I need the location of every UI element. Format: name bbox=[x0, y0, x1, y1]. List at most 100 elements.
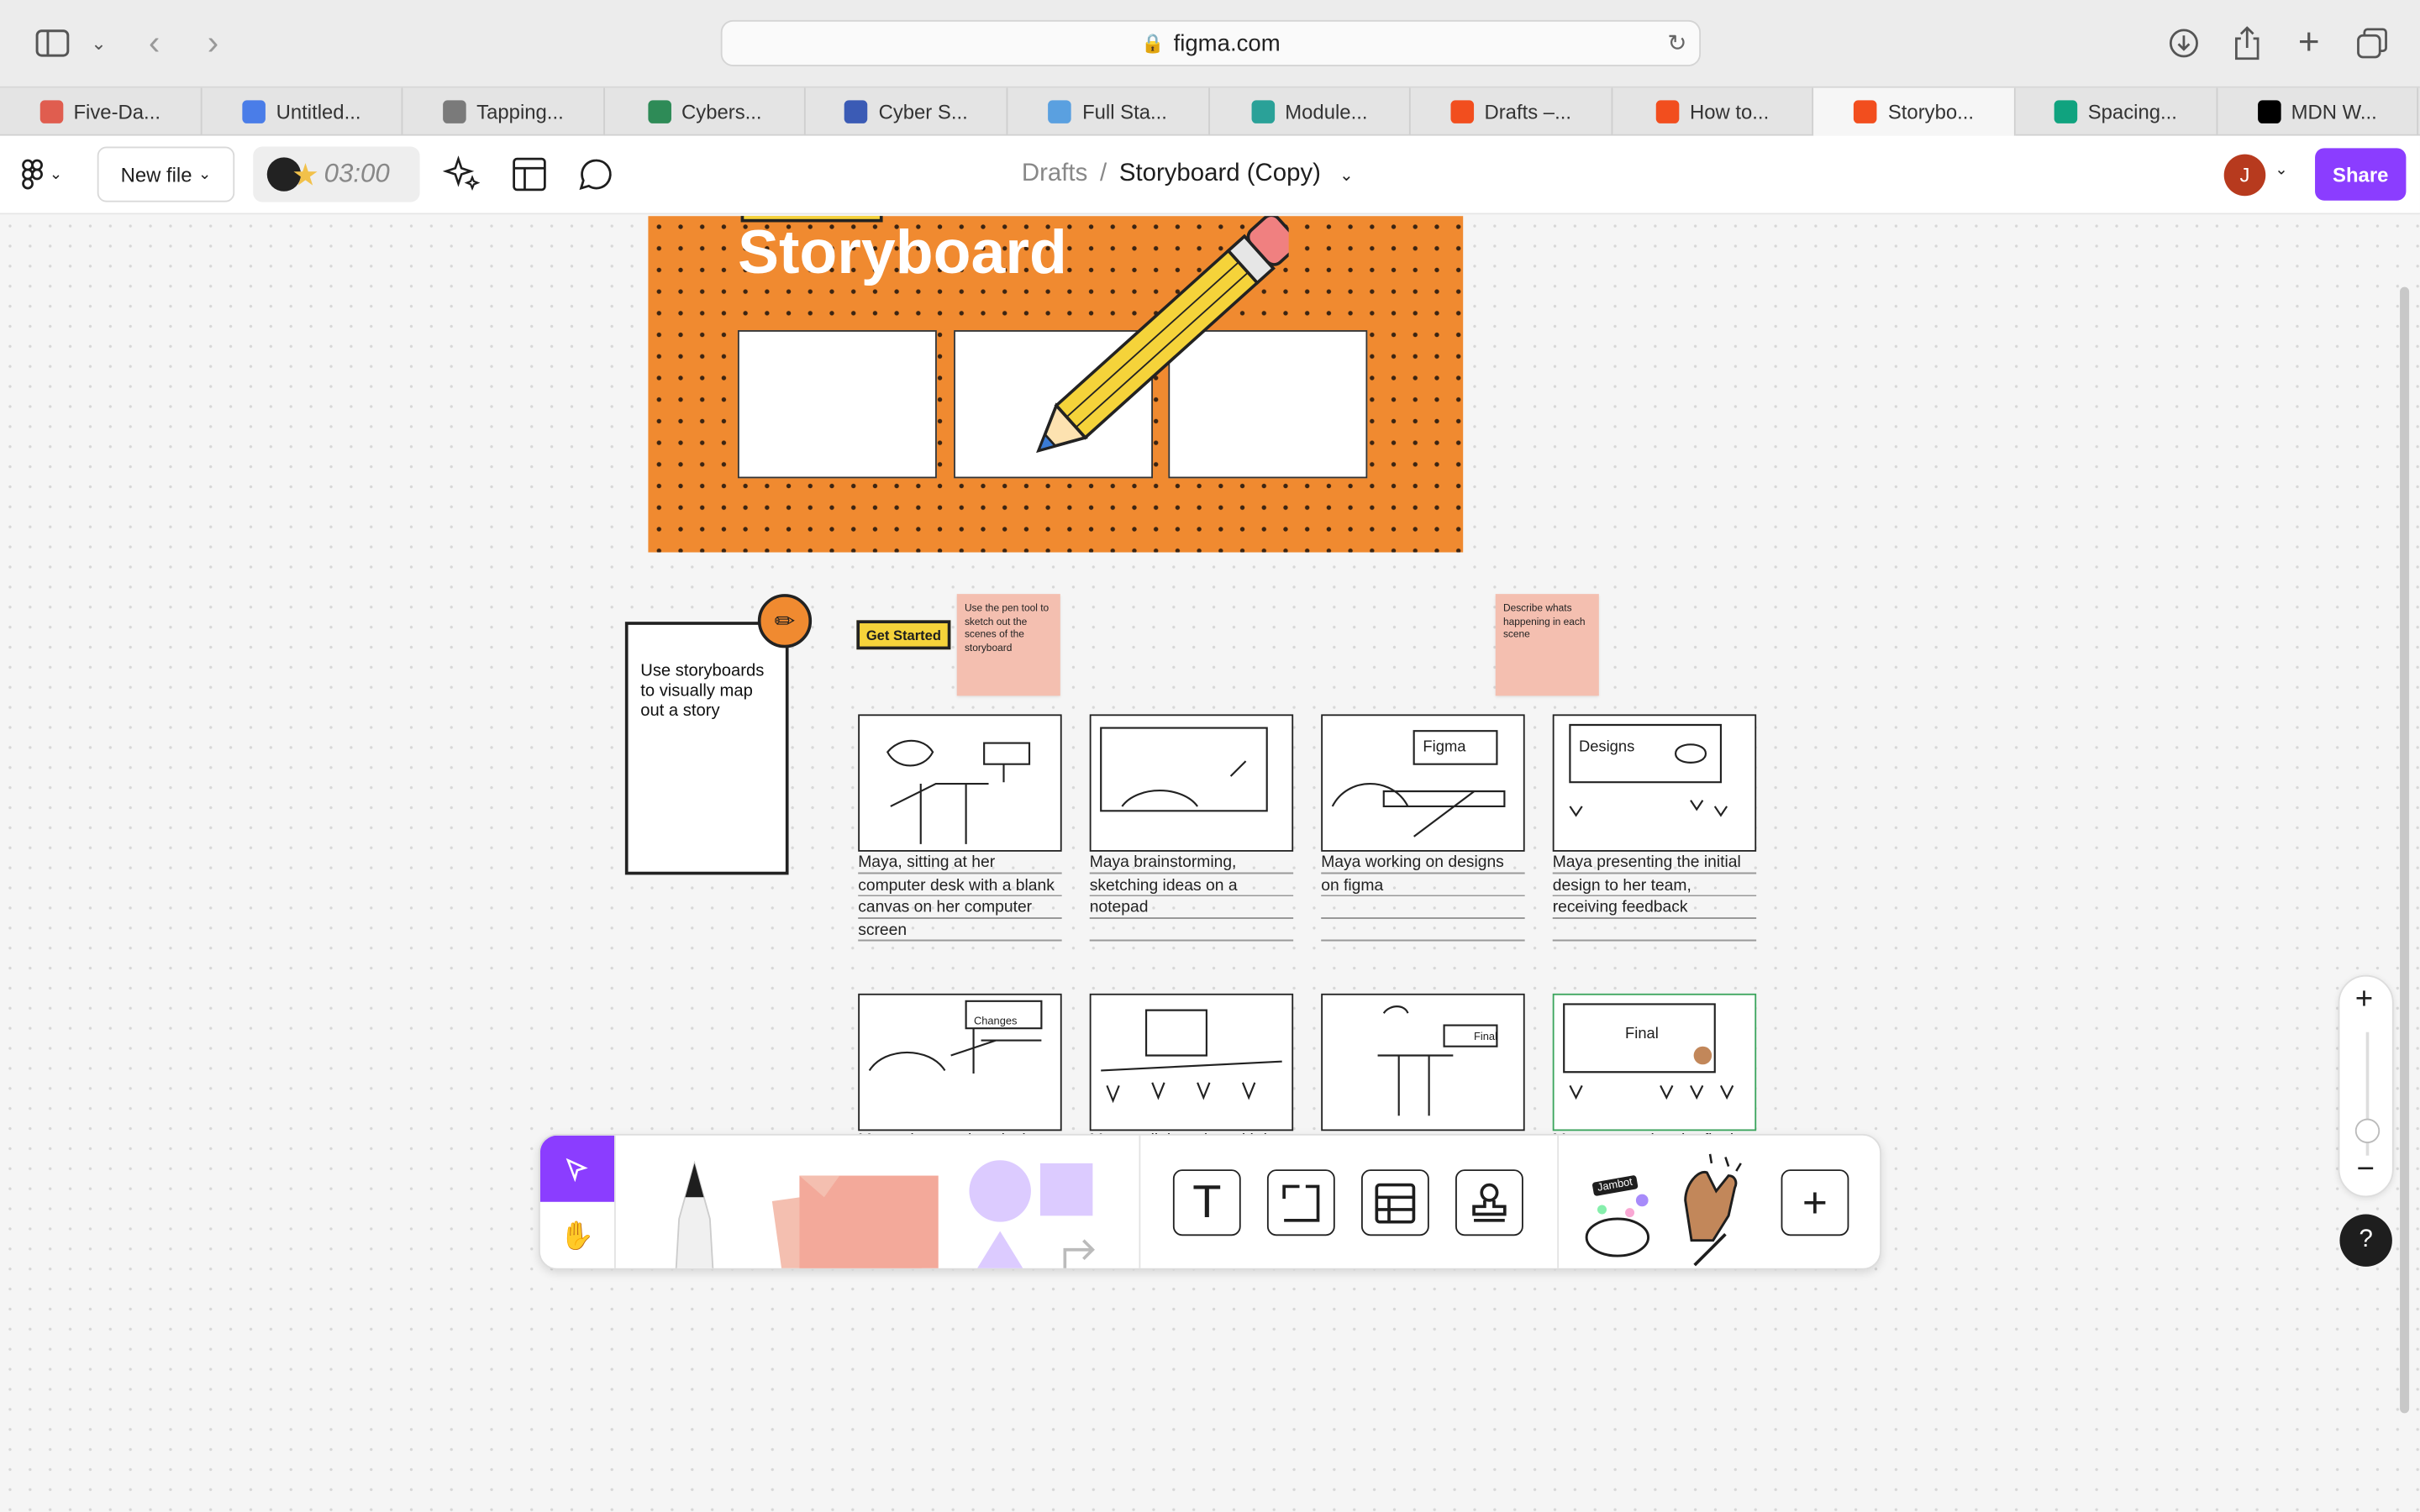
storyboard-frame[interactable] bbox=[858, 714, 1062, 852]
chevron-down-icon[interactable]: ⌄ bbox=[2275, 162, 2287, 179]
tab-overview-icon[interactable] bbox=[2350, 22, 2393, 65]
tab-label: MDN W... bbox=[2291, 100, 2377, 123]
browser-tab[interactable]: Five-Da... bbox=[0, 87, 202, 136]
sticky-note-tool-button[interactable] bbox=[760, 1163, 944, 1270]
hand-icon: ✋ bbox=[560, 1220, 595, 1252]
browser-tab[interactable]: Cybers... bbox=[605, 87, 807, 136]
avatar[interactable]: J bbox=[2223, 154, 2266, 197]
high-five-sticker-icon[interactable] bbox=[1664, 1148, 1760, 1270]
storyboard-frame[interactable]: Final bbox=[1552, 993, 1757, 1131]
storyboard-frame[interactable] bbox=[1089, 993, 1294, 1131]
tab-label: Full Sta... bbox=[1082, 100, 1167, 123]
section-tool-button[interactable] bbox=[1266, 1169, 1335, 1236]
browser-tab[interactable]: Module... bbox=[1209, 87, 1412, 136]
sidebar-toggle-icon[interactable] bbox=[31, 22, 74, 65]
storyboard-frame[interactable]: Changes bbox=[858, 993, 1062, 1131]
sketch-drawing bbox=[1331, 730, 1506, 837]
frame-label: Designs bbox=[1578, 738, 1635, 756]
sticky-note-pen-tool[interactable]: Use the pen tool to sketch out the scene… bbox=[956, 594, 1060, 696]
browser-tab[interactable]: Spacing... bbox=[2016, 87, 2217, 136]
hand-tool-button[interactable]: ✋ bbox=[540, 1202, 614, 1268]
vertical-scrollbar[interactable] bbox=[2400, 286, 2410, 1414]
browser-toolbar: ⌄ ‹ › 🔒 figma.com ↻ + bbox=[0, 0, 2420, 88]
frame-caption[interactable]: Maya working on designs on figma bbox=[1321, 851, 1525, 945]
forward-icon[interactable]: › bbox=[192, 22, 234, 65]
sketch-drawing bbox=[1101, 1009, 1282, 1104]
chevron-down-icon[interactable]: ⌄ bbox=[1339, 165, 1354, 184]
comment-icon[interactable] bbox=[579, 157, 613, 199]
stamp-icon bbox=[1472, 1182, 1507, 1221]
frame-caption[interactable]: Maya brainstorming, sketching ideas on a… bbox=[1089, 851, 1294, 945]
add-more-button[interactable]: + bbox=[1781, 1169, 1849, 1236]
share-button[interactable]: Share bbox=[2315, 148, 2407, 201]
text-tool-button[interactable]: T bbox=[1172, 1169, 1241, 1236]
help-button[interactable]: ? bbox=[2339, 1214, 2392, 1267]
storyboard-frame[interactable]: Final bbox=[1321, 993, 1525, 1131]
browser-tab[interactable]: Tapping... bbox=[403, 87, 605, 136]
url-text: figma.com bbox=[1173, 29, 1281, 57]
jambot-widget-button[interactable]: Jambot bbox=[1583, 1173, 1660, 1263]
frame-caption[interactable]: Maya, sitting at her computer desk with … bbox=[858, 851, 1062, 945]
tab-favicon-icon bbox=[442, 100, 466, 123]
zoom-slider-thumb[interactable] bbox=[2354, 1118, 2381, 1143]
storyboard-frame[interactable]: Figma bbox=[1321, 714, 1525, 852]
new-file-label: New file bbox=[120, 162, 192, 186]
shape-tool-button[interactable] bbox=[957, 1154, 1127, 1270]
new-tab-icon[interactable]: + bbox=[2287, 22, 2330, 65]
breadcrumb-drafts[interactable]: Drafts bbox=[1022, 160, 1087, 188]
tab-favicon-icon bbox=[647, 100, 671, 123]
cursor-icon bbox=[566, 1157, 588, 1181]
tab-favicon-icon bbox=[1854, 100, 1878, 123]
frame-caption[interactable]: Maya presenting the initial design to he… bbox=[1552, 851, 1757, 945]
storyboard-frame[interactable] bbox=[1089, 714, 1294, 852]
sticky-note-describe[interactable]: Describe whats happening in each scene bbox=[1495, 594, 1599, 696]
tab-label: Untitled... bbox=[276, 100, 361, 123]
figma-menu-icon[interactable]: ⌄ bbox=[22, 157, 71, 191]
new-file-button[interactable]: New file ⌄ bbox=[97, 146, 235, 202]
browser-tab[interactable]: Cyber S... bbox=[806, 87, 1008, 136]
tab-favicon-icon bbox=[1450, 100, 1474, 123]
divider bbox=[614, 1135, 616, 1268]
pen-tool-button[interactable] bbox=[648, 1158, 740, 1270]
table-tool-button[interactable] bbox=[1360, 1169, 1429, 1236]
timer-widget[interactable]: ★ 03:00 bbox=[253, 146, 420, 202]
table-icon bbox=[1375, 1182, 1416, 1223]
breadcrumb: Drafts / Storyboard (Copy) ⌄ bbox=[1022, 160, 1354, 188]
layout-icon[interactable] bbox=[513, 157, 546, 199]
browser-tab[interactable]: How to... bbox=[1612, 87, 1814, 136]
file-name[interactable]: Storyboard (Copy) bbox=[1119, 160, 1321, 188]
share-icon[interactable] bbox=[2226, 22, 2269, 65]
section-icon bbox=[1282, 1184, 1320, 1221]
tab-label: How to... bbox=[1689, 100, 1770, 123]
storyboard-header[interactable]: Storyboard bbox=[648, 216, 1464, 553]
tab-favicon-icon bbox=[1250, 100, 1275, 123]
frame-label: Changes bbox=[973, 1016, 1018, 1028]
zoom-controls: + − bbox=[2338, 974, 2394, 1198]
address-bar[interactable]: 🔒 figma.com ↻ bbox=[720, 19, 1702, 66]
zoom-out-button[interactable]: − bbox=[2357, 1152, 2375, 1188]
back-icon[interactable]: ‹ bbox=[133, 22, 176, 65]
browser-tab[interactable]: Drafts –... bbox=[1411, 87, 1612, 136]
tab-label: Drafts –... bbox=[1484, 100, 1571, 123]
stamp-tool-button[interactable] bbox=[1455, 1169, 1523, 1236]
download-icon[interactable] bbox=[2162, 22, 2205, 65]
tab-label: Five-Da... bbox=[73, 100, 160, 123]
get-started-label[interactable]: Get Started bbox=[856, 620, 951, 650]
select-tool-button[interactable] bbox=[539, 1135, 615, 1202]
canvas[interactable]: Storyboard Use storyboards to visually m… bbox=[0, 216, 2420, 1512]
tab-label: Cyber S... bbox=[878, 100, 968, 123]
browser-tab[interactable]: MDN W... bbox=[2217, 87, 2419, 136]
reload-icon[interactable]: ↻ bbox=[1667, 29, 1686, 57]
sketch-drawing bbox=[868, 1000, 1043, 1074]
ai-sparkle-icon[interactable] bbox=[442, 155, 481, 201]
divider bbox=[1139, 1135, 1141, 1268]
chevron-down-icon[interactable]: ⌄ bbox=[77, 22, 120, 65]
storyboard-frame[interactable]: Designs bbox=[1552, 714, 1757, 852]
browser-tab[interactable]: Storybo... bbox=[1813, 87, 2016, 136]
browser-tab[interactable]: Untitled... bbox=[202, 87, 403, 136]
browser-tab[interactable]: Full Sta... bbox=[1007, 87, 1210, 136]
tab-favicon-icon bbox=[844, 100, 868, 123]
intro-card[interactable]: Use storyboards to visually map out a st… bbox=[624, 622, 789, 875]
zoom-in-button[interactable]: + bbox=[2355, 983, 2373, 1018]
header-panel bbox=[737, 330, 937, 479]
